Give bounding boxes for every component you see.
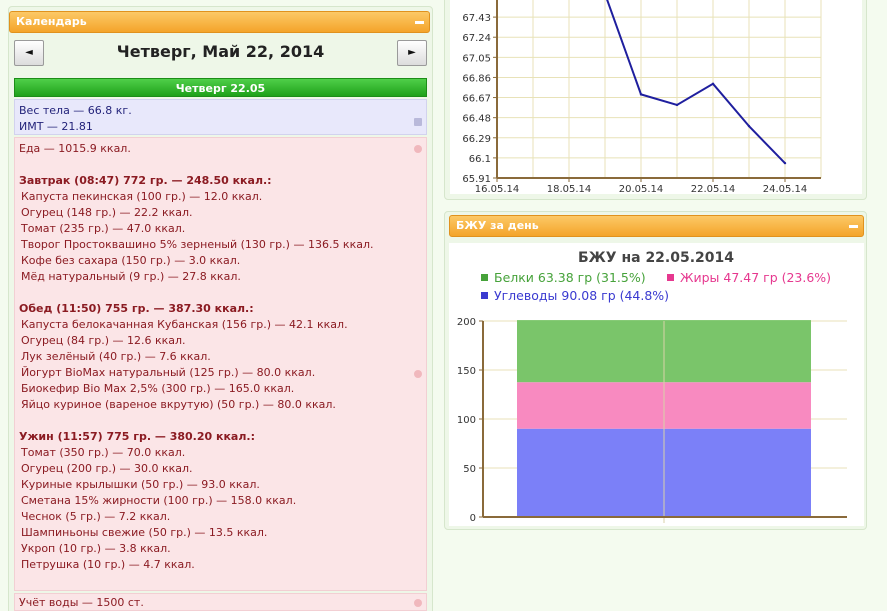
food-item: Томат (235 гр.) — 47.0 ккал. xyxy=(21,222,186,235)
y-tick-label: 50 xyxy=(463,464,476,475)
x-tick-label: 22.05.14 xyxy=(691,184,736,195)
calendar-panel: Календарь ◄ Четверг, Май 22, 2014 ► Четв… xyxy=(8,6,433,611)
macro-panel-title: БЖУ за день xyxy=(456,219,539,232)
macro-header: БЖУ за день xyxy=(449,215,864,237)
food-total: Еда — 1015.9 ккал. xyxy=(19,142,131,155)
calendar-panel-header[interactable]: Календарь xyxy=(9,11,430,33)
legend-swatch xyxy=(481,292,488,299)
y-tick-label: 200 xyxy=(457,317,476,328)
food-item: Мёд натуральный (9 гр.) — 27.8 ккал. xyxy=(21,270,241,283)
calendar-header: Календарь xyxy=(9,11,430,33)
food-item: Йогурт BioMax натуральный (125 гр.) — 80… xyxy=(21,366,316,379)
next-day-button[interactable]: ► xyxy=(397,40,427,66)
y-tick-label: 150 xyxy=(457,366,476,377)
water-edit-icon[interactable] xyxy=(414,599,422,607)
y-tick-label: 66.67 xyxy=(462,94,491,105)
food-entry[interactable]: Еда — 1015.9 ккал. Завтрак (08:47) 772 г… xyxy=(14,137,427,591)
y-tick-label: 66.29 xyxy=(462,134,491,145)
weight-chart-panel: 67.43 67.24 67.05 66.86 66.67 66.48 66.29 66.1 6… xyxy=(444,0,867,200)
food-item: Капуста белокачанная Кубанская (156 гр.)… xyxy=(21,318,348,331)
food-item: Огурец (148 гр.) — 22.2 ккал. xyxy=(21,206,193,219)
legend-label: Углеводы 90.08 гр (44.8%) xyxy=(494,288,669,303)
y-tick-label: 66.48 xyxy=(462,114,491,125)
food-item: Биокефир Bio Max 2,5% (300 гр.) — 165.0 … xyxy=(21,382,295,395)
legend-swatch xyxy=(481,274,488,281)
macro-chart: БЖУ на 22.05.2014 Белки 63.38 гр (31.5%) Ж… xyxy=(449,243,864,526)
food-item: Чеснок (5 гр.) — 7.2 ккал. xyxy=(21,510,171,523)
bmi-line: ИМТ — 21.81 xyxy=(19,120,93,133)
day-bar[interactable]: Четверг 22.05 xyxy=(14,78,427,97)
food-add-icon[interactable] xyxy=(414,370,422,378)
collapse-icon[interactable] xyxy=(849,225,858,228)
food-item: Творог Простоквашино 5% зерненый (130 гр… xyxy=(21,238,374,251)
calendar-date: Четверг, Май 22, 2014 xyxy=(116,42,325,61)
food-item: Куриные крылышки (50 гр.) — 93.0 ккал. xyxy=(21,478,260,491)
food-item: Сметана 15% жирности (100 гр.) — 158.0 к… xyxy=(21,494,297,507)
x-tick-label: 18.05.14 xyxy=(547,184,592,195)
water-entry[interactable]: Учёт воды — 1500 ст. xyxy=(14,593,427,611)
scale-icon[interactable] xyxy=(414,118,422,126)
food-item: Петрушка (10 гр.) — 4.7 ккал. xyxy=(21,558,195,571)
y-tick-label: 100 xyxy=(457,415,476,426)
legend-label: Белки 63.38 гр (31.5%) xyxy=(494,270,646,285)
calendar-panel-title: Календарь xyxy=(16,15,87,28)
x-tick-label: 16.05.14 xyxy=(475,184,520,195)
food-item: Яйцо куриное (вареное вкрутую) (50 гр.) … xyxy=(21,398,336,411)
x-tick-label: 20.05.14 xyxy=(619,184,664,195)
legend-swatch xyxy=(667,274,674,281)
y-tick-label: 66.1 xyxy=(469,154,491,165)
macro-panel: БЖУ за день БЖУ на 22.05.2014 Белки 63.38… xyxy=(444,211,867,530)
y-tick-label: 67.24 xyxy=(462,33,491,44)
weight-point xyxy=(783,161,787,165)
meal-header: Обед (11:50) 755 гр. — 387.30 ккал.: xyxy=(19,302,254,315)
collapse-icon[interactable] xyxy=(415,21,424,24)
weight-point xyxy=(639,93,643,96)
macro-panel-header[interactable]: БЖУ за день xyxy=(449,215,864,237)
y-tick-label: 66.86 xyxy=(462,73,491,84)
food-item: Огурец (200 гр.) — 30.0 ккал. xyxy=(21,462,193,475)
macro-chart-svg: БЖУ на 22.05.2014 Белки 63.38 гр (31.5%) Ж… xyxy=(457,250,847,524)
food-item: Лук зелёный (40 гр.) — 7.6 ккал. xyxy=(21,350,211,363)
x-tick-label: 24.05.14 xyxy=(763,184,808,195)
body-weight-line: Вес тела — 66.8 кг. xyxy=(19,104,132,117)
y-tick-label: 67.05 xyxy=(462,53,491,64)
y-tick-label: 67.43 xyxy=(462,13,491,24)
weight-chart-bg xyxy=(450,0,862,194)
food-item: Капуста пекинская (100 гр.) — 12.0 ккал. xyxy=(21,190,263,203)
food-item: Шампиньоны свежие (50 гр.) — 13.5 ккал. xyxy=(21,526,268,539)
calendar-nav: ◄ Четверг, Май 22, 2014 ► xyxy=(14,40,427,68)
food-item: Укроп (10 гр.) — 3.8 ккал. xyxy=(21,542,171,555)
weight-point xyxy=(675,103,679,107)
weight-chart: 67.4367.2467.0566.8666.6766.4866.2966.16… xyxy=(450,0,862,195)
food-item: Кофе без сахара (150 гр.) — 3.0 ккал. xyxy=(21,254,241,267)
water-line: Учёт воды — 1500 ст. xyxy=(19,596,144,609)
body-weight-entry[interactable]: Вес тела — 66.8 кг. ИМТ — 21.81 xyxy=(14,99,427,135)
weight-point xyxy=(711,82,715,85)
prev-day-button[interactable]: ◄ xyxy=(14,40,44,66)
food-item: Огурец (84 гр.) — 12.6 ккал. xyxy=(21,334,186,347)
meal-header: Завтрак (08:47) 772 гр. — 248.50 ккал.: xyxy=(19,174,272,187)
food-edit-icon[interactable] xyxy=(414,145,422,153)
y-tick-label: 0 xyxy=(470,513,476,524)
weight-point xyxy=(747,124,751,128)
legend-label: Жиры 47.47 гр (23.6%) xyxy=(680,270,831,285)
food-item: Томат (350 гр.) — 70.0 ккал. xyxy=(21,446,186,459)
meal-header: Ужин (11:57) 775 гр. — 380.20 ккал.: xyxy=(19,430,255,443)
macro-chart-title: БЖУ на 22.05.2014 xyxy=(578,250,734,266)
meals-list: Завтрак (08:47) 772 гр. — 248.50 ккал.: К… xyxy=(19,173,422,573)
